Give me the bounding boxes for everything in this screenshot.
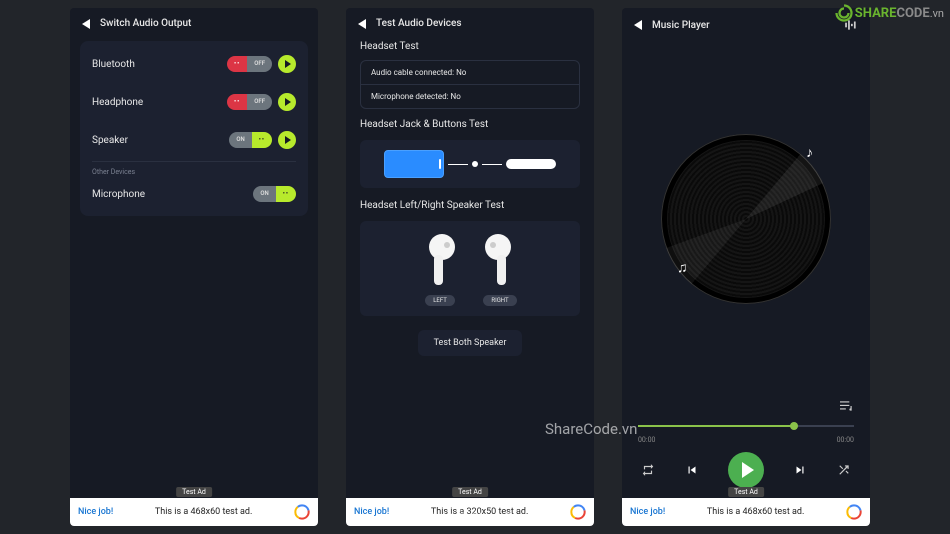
toggle-microphone[interactable]: ON •• <box>253 186 296 202</box>
divider <box>92 161 296 162</box>
jack-test-title: Headset Jack & Buttons Test <box>346 113 594 134</box>
left-earbud[interactable]: LEFT <box>420 233 460 306</box>
playlist-icon[interactable] <box>840 400 854 412</box>
row-label: Bluetooth <box>92 59 221 70</box>
play-icon[interactable] <box>278 93 296 111</box>
row-speaker: Speaker ON •• <box>80 121 308 159</box>
watermark-text: ShareCode.vn <box>545 420 637 438</box>
ad-logo-icon <box>294 504 310 520</box>
ad-tag: Test Ad <box>452 487 488 497</box>
toggle-speaker[interactable]: ON •• <box>229 132 272 148</box>
sharecode-logo: SHARECODE.vn <box>835 4 944 22</box>
slider-thumb[interactable] <box>790 422 798 430</box>
ad-text: This is a 468x60 test ad. <box>671 507 840 517</box>
time-total: 00:00 <box>837 436 854 444</box>
repeat-icon[interactable] <box>640 462 656 478</box>
row-microphone: Microphone ON •• <box>80 176 308 212</box>
test-both-button[interactable]: Test Both Speaker <box>418 330 523 356</box>
earbud-icon <box>480 233 520 289</box>
ad-nice: Nice job! <box>354 507 389 517</box>
audio-cable-status: Audio cable connected: No <box>361 61 579 85</box>
player-controls <box>640 452 852 488</box>
right-tag: RIGHT <box>483 295 516 306</box>
next-icon[interactable] <box>792 462 808 478</box>
earbud-icon <box>420 233 460 289</box>
screen-music-player: Music Player ♪ ♫ 00:00 00:00 Test <box>622 8 870 526</box>
remote-icon <box>506 159 556 169</box>
page-title: Music Player <box>652 20 710 31</box>
previous-icon[interactable] <box>684 462 700 478</box>
row-label: Speaker <box>92 135 223 146</box>
play-icon[interactable] <box>278 55 296 73</box>
ad-logo-icon <box>570 504 586 520</box>
back-icon[interactable] <box>358 19 366 29</box>
copyright-text: Copyright © ShareCode.vn <box>399 511 551 526</box>
ad-logo-icon <box>846 504 862 520</box>
row-label: Headphone <box>92 97 221 108</box>
back-icon[interactable] <box>634 20 642 30</box>
ad-banner[interactable]: Test Ad Nice job! This is a 468x60 test … <box>622 498 870 526</box>
header: Music Player <box>622 8 870 38</box>
progress-slider[interactable] <box>638 420 854 432</box>
screen-switch-audio: Switch Audio Output Bluetooth •• OFF Hea… <box>70 8 318 526</box>
headset-test-title: Headset Test <box>346 35 594 56</box>
header: Switch Audio Output <box>70 8 318 35</box>
music-note-icon: ♪ <box>806 144 813 161</box>
album-art: ♪ ♫ <box>622 38 870 400</box>
page-title: Test Audio Devices <box>376 18 461 29</box>
music-note-icon: ♫ <box>677 259 688 276</box>
earbuds-panel: LEFT RIGHT <box>360 221 580 316</box>
phone-icon <box>384 150 444 178</box>
row-headphone: Headphone •• OFF <box>80 83 308 121</box>
ad-nice: Nice job! <box>630 507 665 517</box>
right-earbud[interactable]: RIGHT <box>480 233 520 306</box>
back-icon[interactable] <box>82 19 90 29</box>
toggle-bluetooth[interactable]: •• OFF <box>227 56 272 72</box>
header: Test Audio Devices <box>346 8 594 35</box>
ad-banner[interactable]: Test Ad Nice job! This is a 468x60 test … <box>70 498 318 526</box>
ad-tag: Test Ad <box>176 487 212 497</box>
play-button[interactable] <box>728 452 764 488</box>
microphone-status: Microphone detected: No <box>361 85 579 108</box>
headset-info: Audio cable connected: No Microphone det… <box>360 60 580 109</box>
row-bluetooth: Bluetooth •• OFF <box>80 45 308 83</box>
toggle-headphone[interactable]: •• OFF <box>227 94 272 110</box>
time-current: 00:00 <box>638 436 655 444</box>
page-title: Switch Audio Output <box>100 18 191 29</box>
play-icon[interactable] <box>278 131 296 149</box>
ad-tag: Test Ad <box>728 487 764 497</box>
time-row: 00:00 00:00 <box>638 436 854 444</box>
output-panel: Bluetooth •• OFF Headphone •• OFF Speake… <box>80 41 308 216</box>
row-label: Microphone <box>92 189 247 200</box>
vinyl-disc-icon: ♪ ♫ <box>661 134 831 304</box>
ad-nice: Nice job! <box>78 507 113 517</box>
shuffle-icon[interactable] <box>836 462 852 478</box>
jack-diagram <box>360 140 580 188</box>
left-tag: LEFT <box>425 295 455 306</box>
other-devices-label: Other Devices <box>80 164 308 176</box>
ad-text: This is a 468x60 test ad. <box>119 507 288 517</box>
lr-test-title: Headset Left/Right Speaker Test <box>346 194 594 215</box>
screen-test-audio: Test Audio Devices Headset Test Audio ca… <box>346 8 594 526</box>
